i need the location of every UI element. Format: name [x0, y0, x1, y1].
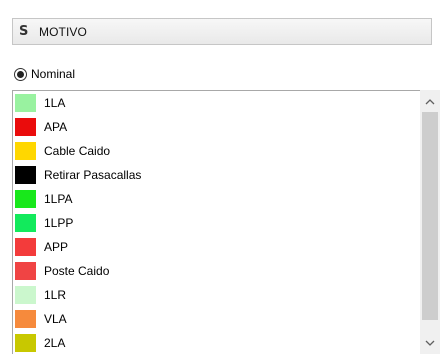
list-item[interactable]: VLA [13, 307, 440, 331]
list-item[interactable]: 1LR [13, 283, 440, 307]
list-item-label: APP [44, 240, 69, 254]
field-name-label: MOTIVO [39, 24, 87, 39]
color-swatch[interactable] [15, 166, 36, 184]
color-swatch[interactable] [15, 214, 36, 232]
color-swatch[interactable] [15, 262, 36, 280]
list-item-label: 1LR [44, 288, 67, 302]
field-header[interactable]: S MOTIVO [12, 18, 432, 45]
nominal-radio-option[interactable]: Nominal [14, 65, 75, 83]
list-item-label: Poste Caido [44, 264, 110, 278]
list-item[interactable]: 1LA [13, 91, 440, 115]
list-item[interactable]: 1LPA [13, 187, 440, 211]
list-item-label: APA [44, 120, 68, 134]
symbology-panel: S MOTIVO Nominal 1LA APA Cable Caido Retira… [0, 0, 440, 354]
scroll-up-button[interactable] [420, 92, 440, 110]
list-item[interactable]: Poste Caido [13, 259, 440, 283]
category-list[interactable]: 1LA APA Cable Caido Retirar Pasacallas 1LPA 1… [12, 90, 440, 354]
list-item[interactable]: Cable Caido [13, 139, 440, 163]
scroll-down-button[interactable] [420, 334, 440, 352]
color-swatch[interactable] [15, 190, 36, 208]
color-swatch[interactable] [15, 94, 36, 112]
color-swatch[interactable] [15, 142, 36, 160]
string-type-icon: S [19, 24, 29, 39]
color-swatch[interactable] [15, 286, 36, 304]
list-item-label: 1LPP [44, 216, 74, 230]
radio-selected-dot [17, 70, 24, 78]
nominal-radio-button[interactable] [14, 67, 27, 81]
color-swatch[interactable] [15, 310, 36, 328]
color-swatch[interactable] [15, 334, 36, 352]
color-swatch[interactable] [15, 118, 36, 136]
list-item-label: VLA [44, 312, 67, 326]
list-item-label: 1LPA [44, 192, 73, 206]
list-item-label: Retirar Pasacallas [44, 168, 142, 182]
chevron-up-icon [425, 98, 435, 104]
list-item[interactable]: APP [13, 235, 440, 259]
nominal-radio-label: Nominal [31, 67, 76, 81]
list-item[interactable]: 1LPP [13, 211, 440, 235]
list-item[interactable]: 2LA [13, 331, 440, 354]
color-swatch[interactable] [15, 238, 36, 256]
vertical-scrollbar[interactable] [420, 90, 440, 354]
list-item[interactable]: APA [13, 115, 440, 139]
chevron-down-icon [425, 340, 435, 346]
scroll-thumb[interactable] [422, 112, 438, 320]
list-item-label: 1LA [44, 96, 66, 110]
list-item[interactable]: Retirar Pasacallas [13, 163, 440, 187]
list-item-label: 2LA [44, 336, 66, 350]
list-item-label: Cable Caido [44, 144, 111, 158]
